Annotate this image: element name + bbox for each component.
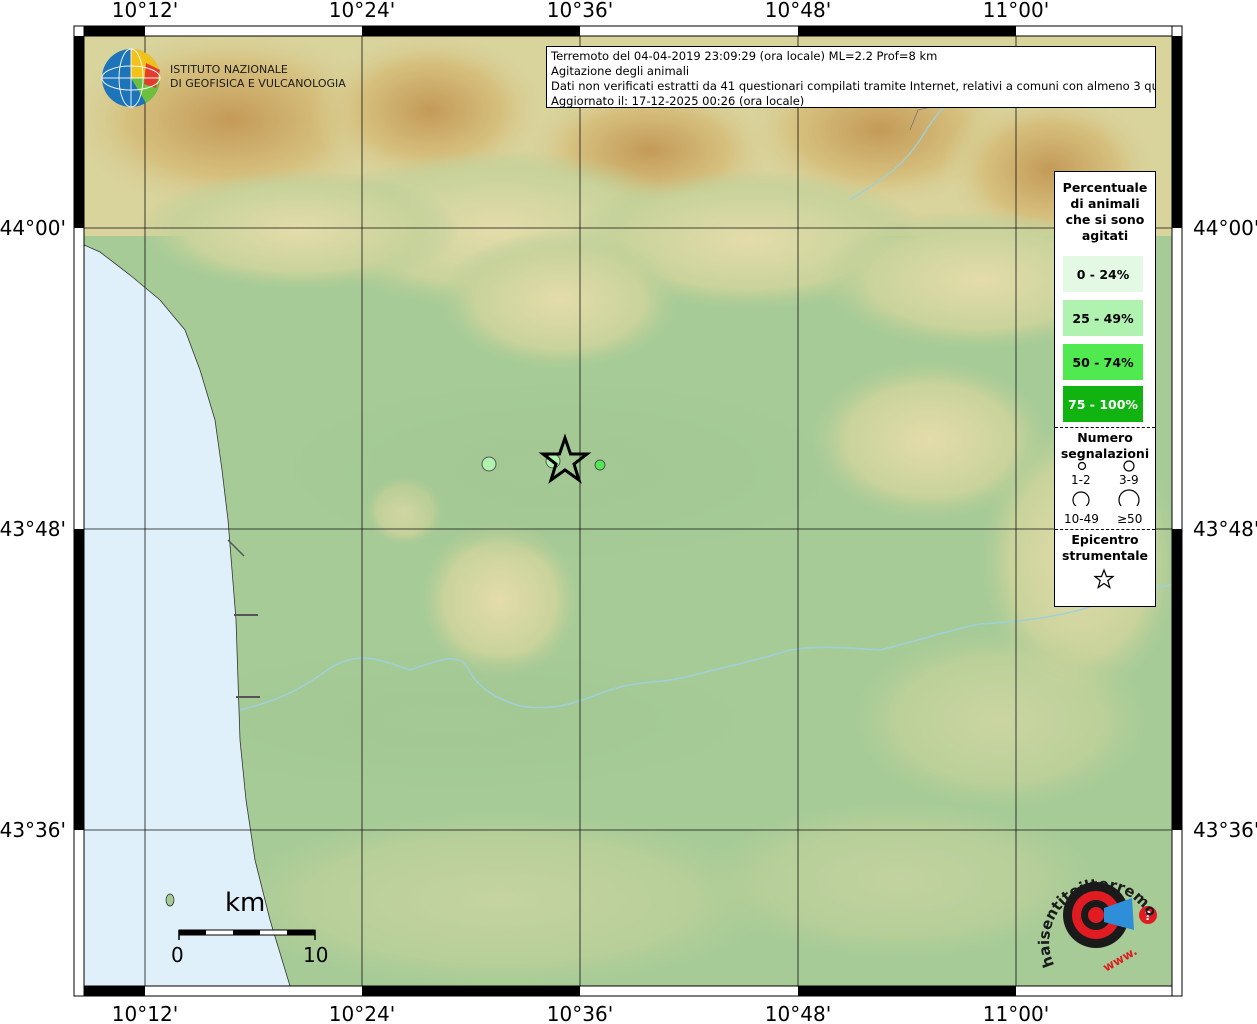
legend-star-icon bbox=[1093, 568, 1115, 589]
lat-labels-right: 44°00' 43°48' 43°36' bbox=[1193, 216, 1257, 842]
lat-label: 43°36' bbox=[0, 818, 66, 842]
legend-title: Percentuale di animali che si sono agita… bbox=[1062, 180, 1148, 243]
lon-label: 10°24' bbox=[329, 0, 395, 22]
update-time: Aggiornato il: 17-12-2025 00:26 (ora loc… bbox=[551, 94, 805, 108]
svg-text:haisentitoilterremoto.it: haisentitoilterremoto.it bbox=[1036, 858, 1161, 970]
logo-site-name: haisentitoilterremoto.it bbox=[1036, 858, 1161, 970]
lat-labels-left: 44°00' 43°48' 43°36' bbox=[0, 216, 66, 842]
lon-label: 11°00' bbox=[983, 0, 1049, 22]
event-title: Terremoto del 04-04-2019 23:09:29 (ora l… bbox=[551, 49, 938, 63]
scale-unit: km bbox=[225, 888, 266, 918]
lon-label: 10°48' bbox=[765, 1002, 831, 1024]
lon-label: 10°12' bbox=[112, 0, 178, 22]
lon-label: 11°00' bbox=[983, 1002, 1049, 1024]
lon-labels-top: 10°12' 10°24' 10°36' 10°48' 11°00' bbox=[112, 0, 1049, 22]
small-island bbox=[165, 893, 175, 907]
lon-label: 10°36' bbox=[547, 0, 613, 22]
legend-class-0: 0 - 24% bbox=[1063, 256, 1143, 292]
institute-name: ISTITUTO NAZIONALE DI GEOFISICA E VULCAN… bbox=[170, 63, 346, 91]
lon-label: 10°36' bbox=[547, 1002, 613, 1024]
lat-label: 43°36' bbox=[1193, 818, 1257, 842]
terrain bbox=[84, 36, 1172, 986]
legend-class-1: 25 - 49% bbox=[1063, 300, 1143, 336]
obs-east[interactable] bbox=[594, 459, 606, 471]
ingv-logo-icon bbox=[101, 48, 161, 108]
scale-end: 10 bbox=[303, 943, 329, 967]
event-info-box: Terremoto del 04-04-2019 23:09:29 (ora l… bbox=[546, 46, 1156, 108]
map-theme: Agitazione degli animali bbox=[551, 64, 690, 78]
lat-label: 44°00' bbox=[1193, 216, 1257, 240]
count-label-50: ≥50 bbox=[1117, 512, 1143, 526]
count-symbols bbox=[1072, 460, 1140, 506]
legend: Percentuale di animali che si sono agita… bbox=[1054, 171, 1156, 607]
scale-start: 0 bbox=[171, 943, 184, 967]
terremoto-logo-text: haisentitoilterremoto.it www. bbox=[1036, 858, 1161, 975]
obs-west[interactable] bbox=[481, 456, 497, 472]
lat-label: 43°48' bbox=[1193, 517, 1257, 541]
lat-label: 44°00' bbox=[0, 216, 66, 240]
lat-label: 43°48' bbox=[0, 517, 66, 541]
institute-line-2: DI GEOFISICA E VULCANOLOGIA bbox=[170, 77, 346, 90]
lon-label: 10°48' bbox=[765, 0, 831, 22]
legend-class-2: 50 - 74% bbox=[1063, 344, 1143, 380]
lon-label: 10°12' bbox=[112, 1002, 178, 1024]
lon-labels-bottom: 10°12' 10°24' 10°36' 10°48' 11°00' bbox=[112, 1002, 1049, 1024]
legend-epicenter-title: Epicentro strumentale bbox=[1061, 532, 1149, 563]
logo-prefix: www. bbox=[1101, 944, 1140, 975]
institute-line-1: ISTITUTO NAZIONALE bbox=[170, 63, 288, 76]
data-note: Dati non verificati estratti da 41 quest… bbox=[551, 79, 1156, 93]
count-label-1-2: 1-2 bbox=[1071, 473, 1091, 487]
legend-class-3: 75 - 100% bbox=[1063, 386, 1143, 422]
count-label-10-49: 10-49 bbox=[1064, 512, 1099, 526]
count-label-3-9: 3-9 bbox=[1119, 473, 1139, 487]
lon-label: 10°24' bbox=[329, 1002, 395, 1024]
